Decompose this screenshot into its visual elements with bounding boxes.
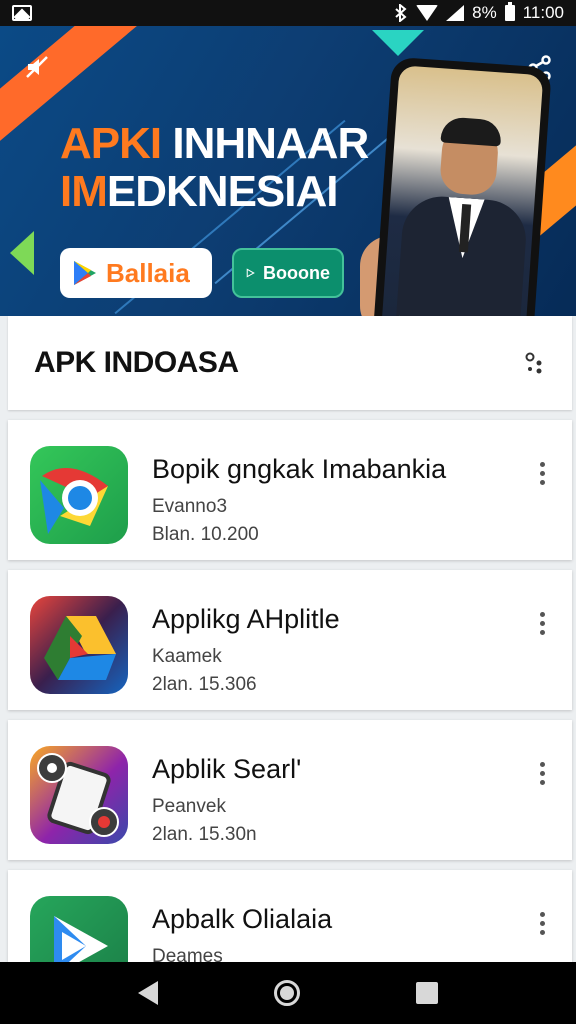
mute-icon[interactable] [24,54,50,80]
chrome-icon [30,446,128,544]
home-icon[interactable] [274,980,300,1006]
headline-text: APKI [60,119,173,168]
tablet-icon [30,746,128,844]
navigation-bar [0,962,576,1024]
play-outline-icon [246,268,255,278]
more-options-icon[interactable] [538,912,546,940]
app-subtitle: Kaamek [152,646,222,667]
drive-icon [30,596,128,694]
app-subtitle: Peanvek [152,796,226,817]
headline-text: INHNAAR [172,119,369,168]
bluetooth-icon [395,4,407,22]
back-icon[interactable] [138,981,158,1005]
recent-apps-icon[interactable] [416,982,438,1004]
app-date: Blan. 10.200 [152,524,259,545]
battery-percent: 8% [472,3,497,22]
gallery-icon [12,5,32,21]
wifi-icon [416,5,439,21]
play-store-icon [74,261,96,285]
headline-text: IM [60,167,108,216]
app-date: 2lan. 15.30n [152,824,257,845]
list-item[interactable]: Bopik gngkak Imabankia Evanno3 Blan. 10.… [8,420,572,560]
banner-headline: APKI INHNAAR IMEDKNESIAI [60,119,369,216]
app-title: Apbalk Olialaia [152,904,333,934]
app-title: Apblik Searl' [152,754,302,784]
store-button-label: Booone [263,262,330,283]
list-item[interactable]: Apblik Searl' Peanvek 2lan. 15.30n [8,720,572,860]
signal-icon [446,5,465,21]
store-button-primary[interactable]: Ballaia [60,248,212,298]
banner-shape [372,30,424,56]
more-options-icon[interactable] [522,349,546,377]
app-title: Bopik gngkak Imabankia [152,454,447,484]
app-subtitle: Evanno3 [152,496,228,517]
store-button-label: Ballaia [106,257,190,288]
play-icon [30,896,128,962]
more-options-icon[interactable] [538,612,546,640]
battery-icon [504,2,515,21]
status-bar: 8% 11:00 [0,0,576,26]
list-item[interactable]: Applikg AHplitle Kaamek 2lan. 15.306 [8,570,572,710]
more-options-icon[interactable] [538,762,546,790]
headline-text: EDKNESIAI [106,167,339,216]
clock: 11:00 [522,3,564,22]
store-button-secondary[interactable]: Booone [232,248,344,298]
app-date: 2lan. 15.306 [152,674,257,695]
promo-banner[interactable]: APKI INHNAAR IMEDKNESIAI Ballaia Booone [0,26,576,316]
more-options-icon[interactable] [538,462,546,490]
list-item[interactable]: Apbalk Olialaia Deames [8,870,572,962]
banner-shape [10,231,34,275]
app-title: Applikg AHplitle [152,604,340,634]
app-subtitle: Deames [152,946,223,962]
section-header: APK INDOASA [8,316,572,410]
page-title: APK INDOASA [34,346,239,379]
phone-image [372,56,552,316]
